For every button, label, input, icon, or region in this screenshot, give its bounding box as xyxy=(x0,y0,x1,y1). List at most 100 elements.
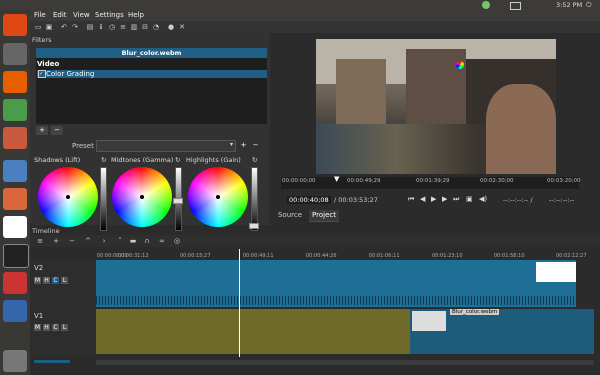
append-icon[interactable]: ˅ xyxy=(116,237,124,245)
trash-icon[interactable] xyxy=(3,350,27,372)
menu-icon[interactable]: ≡ xyxy=(36,237,44,245)
wheel-handle[interactable] xyxy=(216,195,220,199)
snap-icon[interactable]: ∩ xyxy=(143,237,151,245)
menu-settings[interactable]: Settings xyxy=(95,10,124,21)
lift-icon[interactable]: ^ xyxy=(84,237,92,245)
calc-icon[interactable] xyxy=(3,99,27,121)
volume-icon[interactable]: ◀) xyxy=(479,195,487,203)
playhead-icon[interactable]: ▼ xyxy=(334,175,339,183)
software-center-icon[interactable] xyxy=(3,188,27,210)
clock[interactable]: 3:52 PM xyxy=(556,0,582,10)
terminal-icon[interactable] xyxy=(3,244,29,268)
firefox-icon[interactable] xyxy=(3,71,27,93)
lock-button[interactable]: L xyxy=(61,277,68,284)
remove-icon[interactable]: − xyxy=(68,237,76,245)
play-icon[interactable]: ▶ xyxy=(431,195,436,203)
shadows-slider[interactable] xyxy=(100,167,107,231)
midtones-color-wheel[interactable] xyxy=(112,167,172,227)
writer-icon[interactable] xyxy=(3,160,27,182)
properties-icon[interactable]: ℹ xyxy=(97,23,105,31)
overwrite-icon[interactable]: › xyxy=(100,237,108,245)
power-icon[interactable]: ⏻ xyxy=(586,1,594,9)
hide-button[interactable]: H xyxy=(43,277,50,284)
ripple-icon[interactable]: ∞ xyxy=(158,237,166,245)
composite-button[interactable]: C xyxy=(52,277,59,284)
filter-item-color-grading[interactable]: ✓ Color Grading xyxy=(37,70,267,78)
menu-view[interactable]: View xyxy=(73,10,90,21)
wheel-handle[interactable] xyxy=(66,195,70,199)
zoom-icon[interactable]: ▣ xyxy=(466,195,473,203)
lock-button[interactable]: L xyxy=(61,324,68,331)
preset-select[interactable]: ▾ xyxy=(96,140,236,152)
mute-button[interactable]: M xyxy=(34,277,41,284)
tab-project[interactable]: Project xyxy=(309,210,339,222)
track-headers: V2 M H C L V1 M H C L xyxy=(30,260,96,355)
track-name-v2: V2 xyxy=(34,264,44,272)
scrub-icon[interactable]: ◎ xyxy=(173,237,181,245)
reset-icon[interactable]: ↻ xyxy=(252,156,257,164)
encode-icon[interactable]: ● xyxy=(167,23,175,31)
filter-list[interactable]: Video xyxy=(36,58,267,124)
slider-handle[interactable] xyxy=(173,198,183,204)
timeline-clip[interactable] xyxy=(96,260,576,307)
ubuntu-icon[interactable] xyxy=(3,14,27,36)
menu-file[interactable]: File xyxy=(34,10,46,21)
shotcut-icon[interactable] xyxy=(3,300,27,322)
zoom-slider[interactable] xyxy=(34,360,70,363)
horizontal-scrollbar[interactable] xyxy=(96,360,594,365)
skip-start-icon[interactable]: ⏮ xyxy=(408,195,414,204)
impress-icon[interactable] xyxy=(3,127,27,149)
undo-icon[interactable]: ↶ xyxy=(60,23,68,31)
skip-end-icon[interactable]: ⏭ xyxy=(453,195,459,204)
timeline-playhead[interactable] xyxy=(239,249,240,357)
midtones-label: Midtones (Gamma) xyxy=(111,156,174,164)
open-icon[interactable]: ▭ xyxy=(34,23,42,31)
fast-forward-icon[interactable]: ▶ xyxy=(442,195,447,203)
filters-icon[interactable]: ⊟ xyxy=(141,23,149,31)
playlist-icon[interactable]: ≡ xyxy=(119,23,127,31)
launcher xyxy=(0,10,30,375)
timeline-tick: 00:00:15;27 xyxy=(180,253,211,259)
filter-enabled-checkbox[interactable]: ✓ xyxy=(38,70,46,78)
current-time-field[interactable]: 00:00:40;08 xyxy=(287,196,331,204)
viewer-ruler[interactable]: 00:00:00;00 00:00:49;29 00:01:39;29 00:0… xyxy=(281,175,581,189)
redo-icon[interactable]: ↷ xyxy=(71,23,79,31)
mute-button[interactable]: M xyxy=(34,324,41,331)
menu-edit[interactable]: Edit xyxy=(53,10,67,21)
tab-source[interactable]: Source xyxy=(276,210,304,221)
reset-icon[interactable]: ↻ xyxy=(101,156,106,164)
highlights-slider[interactable] xyxy=(249,167,259,231)
battery-icon[interactable] xyxy=(510,2,521,10)
save-preset-button[interactable]: + xyxy=(239,140,248,150)
save-icon[interactable]: ▣ xyxy=(45,23,53,31)
hide-button[interactable]: H xyxy=(43,324,50,331)
indicator-icon[interactable] xyxy=(482,1,490,9)
midtones-slider[interactable] xyxy=(173,167,183,231)
menubar: File Edit View Settings Help xyxy=(30,10,600,21)
jobs-icon[interactable]: ✕ xyxy=(178,23,186,31)
preset-label: Preset xyxy=(72,142,94,150)
rewind-icon[interactable]: ◀ xyxy=(420,195,425,203)
composite-button[interactable]: C xyxy=(52,324,59,331)
peak-meter-icon[interactable]: ▤ xyxy=(86,23,94,31)
delete-preset-button[interactable]: − xyxy=(251,140,260,150)
recent-icon[interactable]: ◷ xyxy=(108,23,116,31)
reset-icon[interactable]: ↻ xyxy=(175,156,180,164)
shadows-color-wheel[interactable] xyxy=(38,167,98,227)
wheel-handle[interactable] xyxy=(140,195,144,199)
timeline-clip[interactable] xyxy=(96,309,410,354)
amazon-icon[interactable] xyxy=(3,216,27,238)
timeline-icon[interactable]: ▥ xyxy=(130,23,138,31)
files-icon[interactable] xyxy=(3,43,27,65)
timeline-tick: 00:00:31;12 xyxy=(118,253,149,259)
settings-icon[interactable] xyxy=(3,272,27,294)
add-icon[interactable]: + xyxy=(52,237,60,245)
history-icon[interactable]: ◔ xyxy=(152,23,160,31)
add-filter-button[interactable]: + xyxy=(36,126,48,135)
split-icon[interactable]: ▬ xyxy=(129,237,137,245)
video-preview[interactable] xyxy=(316,39,556,174)
highlights-color-wheel[interactable] xyxy=(188,167,248,227)
menu-help[interactable]: Help xyxy=(128,10,144,21)
timeline-clip[interactable]: Blur_color.webm xyxy=(410,309,594,354)
remove-filter-button[interactable]: − xyxy=(51,126,63,135)
